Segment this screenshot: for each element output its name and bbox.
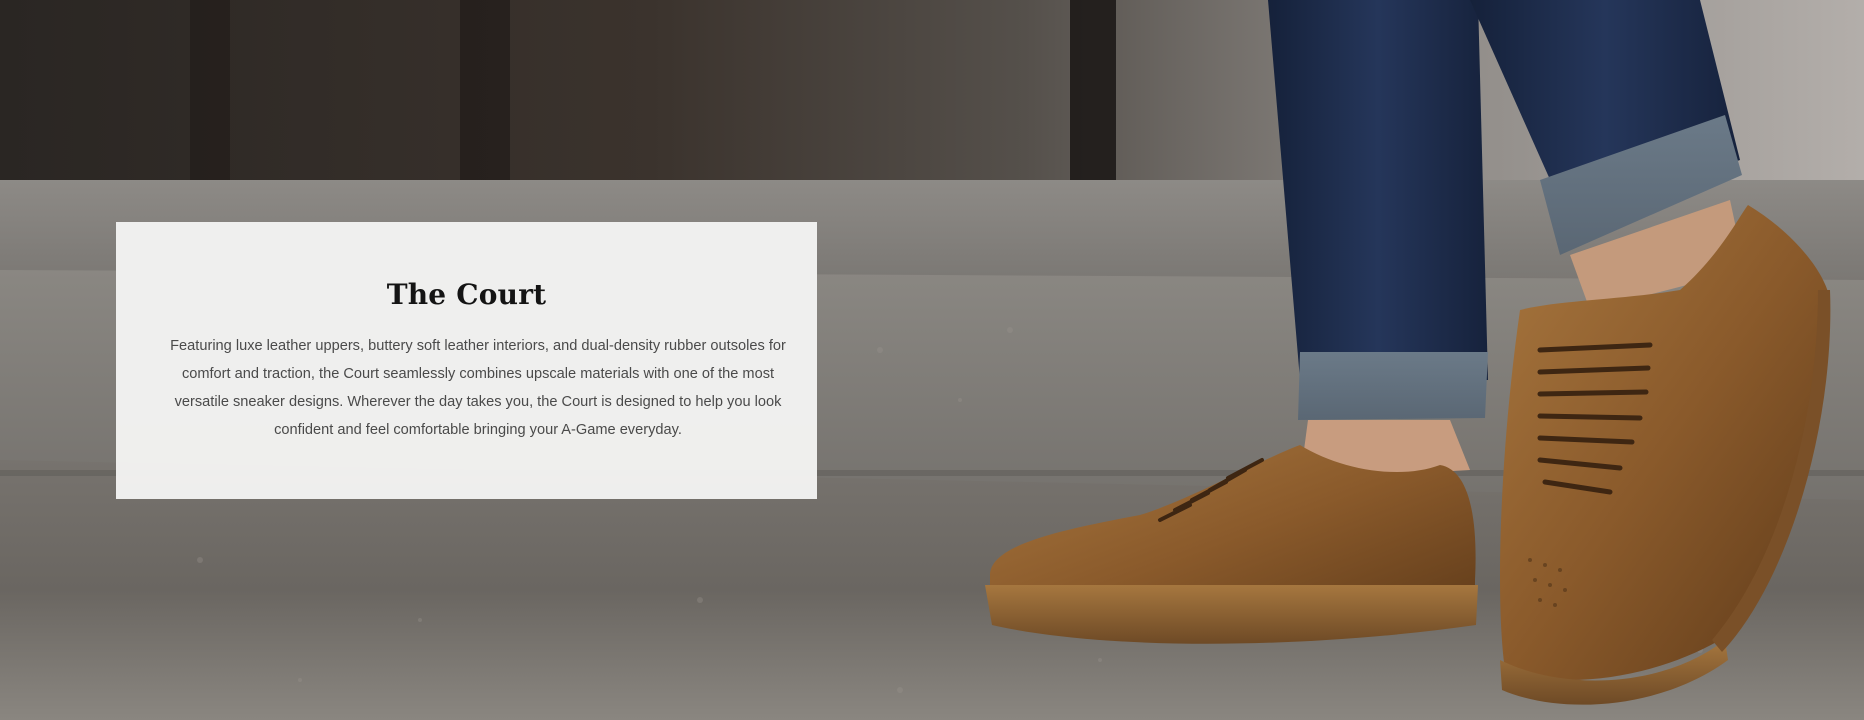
product-title: The Court: [386, 278, 547, 311]
hero-banner: The Court Featuring luxe leather uppers,…: [0, 0, 1864, 720]
product-info-card: The Court Featuring luxe leather uppers,…: [116, 222, 817, 499]
product-description: Featuring luxe leather uppers, buttery s…: [170, 338, 786, 438]
